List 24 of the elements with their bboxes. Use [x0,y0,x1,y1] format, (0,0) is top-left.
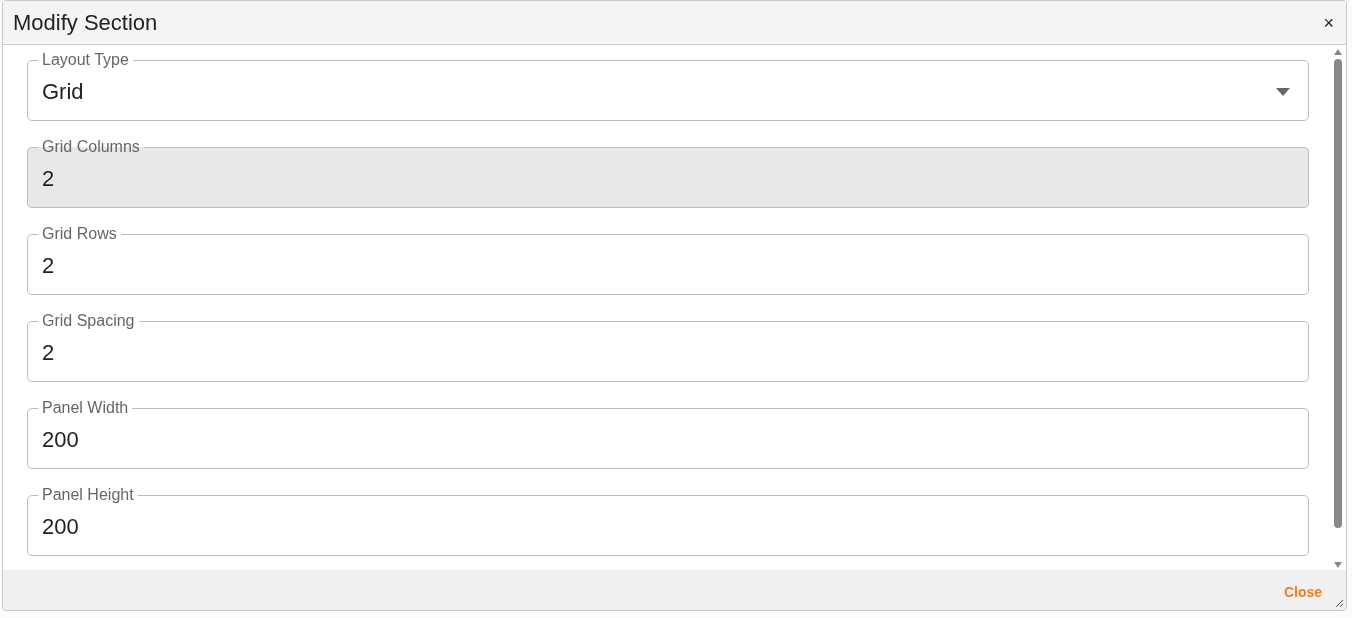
input-field[interactable]: Grid Columns 2 [27,139,1309,208]
field-value: 200 [42,514,79,540]
field-value: 2 [42,253,55,279]
input-field[interactable]: Grid Spacing 2 [27,313,1309,382]
dropdown-field[interactable]: Layout Type Grid [27,52,1309,121]
scrollbar-thumb[interactable] [1334,59,1342,528]
field-value: 200 [42,427,79,453]
dialog-title: Modify Section [13,9,158,36]
input-field[interactable]: Grid Rows 2 [27,226,1309,295]
scroll-up-icon[interactable] [1334,49,1342,55]
input-field[interactable]: Panel Height 200 [27,487,1309,556]
field-label: Panel Width [41,400,130,416]
field-label: Grid Rows [41,226,118,242]
field-value: Grid [42,79,84,105]
caret-icon [1276,88,1290,96]
field-value: 2 [42,166,55,192]
scroll-down-icon[interactable] [1334,562,1342,568]
field-label: Layout Type [41,52,130,68]
field-label: Panel Height [41,487,135,503]
field-label: Grid Spacing [41,313,136,329]
field-label: Grid Columns [41,139,141,155]
resize-grip-icon[interactable] [1335,599,1344,608]
field-value: 2 [42,340,55,366]
input-field[interactable]: Panel Width 200 [27,400,1309,469]
